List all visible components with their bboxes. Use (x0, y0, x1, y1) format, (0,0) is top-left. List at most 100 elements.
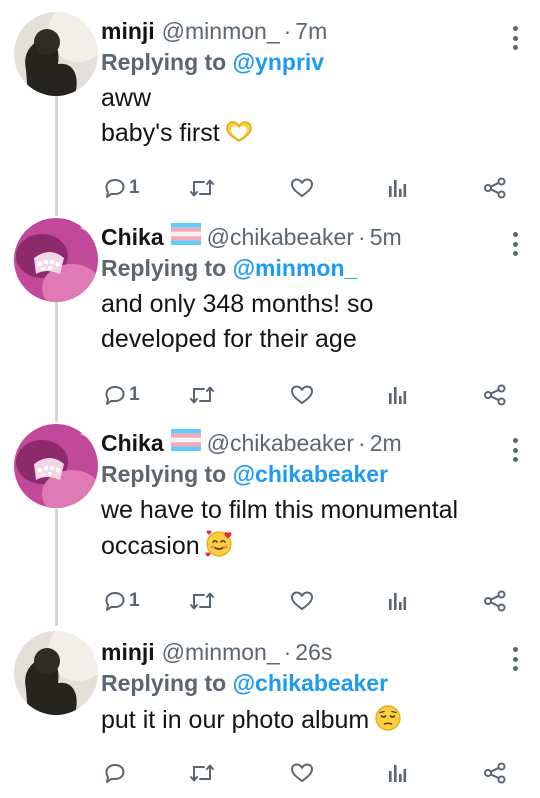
share-button[interactable] (483, 586, 507, 616)
user-handle[interactable]: @minmon_ (162, 639, 280, 666)
like-icon (291, 591, 313, 610)
analytics-button[interactable] (387, 380, 407, 410)
like-button[interactable] (290, 758, 314, 788)
display-name[interactable]: Chika (101, 224, 164, 251)
retweet-button[interactable] (189, 586, 215, 616)
more-vertical-icon[interactable] (512, 438, 518, 462)
tweet-header: minji @minmon_ · 7m (101, 16, 520, 46)
replying-to-label: Replying to (101, 670, 233, 696)
timestamp[interactable]: 7m (295, 18, 327, 45)
timestamp[interactable]: 5m (370, 224, 402, 251)
more-vertical-icon[interactable] (512, 232, 518, 256)
tweet-text: and only 348 months! so developed for th… (101, 287, 520, 357)
tweet-text-line: developed for their age (101, 325, 357, 353)
retweet-icon (190, 592, 214, 610)
tweet-header: minji @minmon_ · 26s (101, 637, 520, 667)
tweet-actions: 1 (100, 173, 520, 203)
reply-icon (105, 764, 125, 783)
retweet-icon (190, 764, 214, 782)
tweet-header: Chika @chikabeaker · 5m (101, 222, 520, 252)
avatar[interactable] (14, 12, 98, 96)
replying-to-label: Replying to (101, 461, 233, 487)
timestamp[interactable]: 2m (370, 430, 402, 457)
share-icon (484, 177, 506, 199)
tweet-text-line: occasion (101, 532, 200, 560)
tweet-actions: 1 (100, 586, 520, 616)
analytics-icon (389, 765, 407, 782)
separator: · (283, 638, 292, 665)
avatar[interactable] (14, 218, 98, 302)
tweet-text-line: we have to film this monumental (101, 496, 459, 524)
retweet-button[interactable] (189, 380, 215, 410)
tweet-text: put it in our photo album (101, 702, 520, 742)
analytics-button[interactable] (387, 586, 407, 616)
replying-to-label: Replying to (101, 255, 233, 281)
like-button[interactable] (290, 173, 314, 203)
analytics-icon (389, 593, 407, 610)
like-button[interactable] (290, 586, 314, 616)
trans-flag-emoji (170, 429, 201, 457)
replying-to-label: Replying to (101, 49, 233, 75)
tweet[interactable]: minji @minmon_ · 26s Replying to @chikab… (0, 619, 540, 798)
display-name[interactable]: minji (101, 18, 155, 45)
more-vertical-icon[interactable] (512, 647, 518, 671)
mention-link[interactable]: @ynpriv (233, 49, 324, 75)
analytics-button[interactable] (387, 758, 407, 788)
analytics-icon (389, 387, 407, 404)
tweet-text-line: put it in our photo album (101, 706, 370, 734)
reply-button[interactable]: 1 (104, 380, 140, 410)
replying-to: Replying to @chikabeaker (101, 667, 520, 699)
display-name[interactable]: Chika (101, 430, 164, 457)
reply-count: 1 (129, 177, 140, 198)
share-icon (484, 384, 506, 406)
retweet-button[interactable] (189, 173, 215, 203)
tweet-text: aww baby's first (101, 81, 520, 155)
reply-icon (105, 179, 125, 198)
separator: · (358, 223, 366, 250)
timestamp[interactable]: 26s (295, 639, 332, 666)
reply-count: 1 (129, 590, 140, 611)
like-icon (291, 385, 313, 404)
tweet-actions: 1 (100, 380, 520, 410)
replying-to: Replying to @ynpriv (101, 46, 520, 78)
reply-count: 1 (129, 384, 140, 405)
retweet-button[interactable] (189, 758, 215, 788)
share-button[interactable] (483, 758, 507, 788)
more-vertical-icon[interactable] (512, 26, 518, 50)
avatar[interactable] (14, 424, 98, 508)
avatar[interactable] (14, 631, 98, 715)
reply-button[interactable]: 1 (104, 173, 140, 203)
share-icon (484, 762, 506, 784)
tweet-text-line: baby's first (101, 119, 220, 147)
user-handle[interactable]: @minmon_ (162, 18, 280, 45)
replying-to: Replying to @chikabeaker (101, 458, 520, 490)
tweet[interactable]: Chika @chikabeaker · 2m Replying to @chi… (0, 412, 540, 619)
reply-icon (105, 386, 125, 405)
like-icon (291, 763, 313, 782)
mention-link[interactable]: @chikabeaker (233, 670, 388, 696)
share-button[interactable] (483, 380, 507, 410)
tweet-text: we have to film this monumental occasion (101, 493, 520, 568)
mention-link[interactable]: @chikabeaker (233, 461, 388, 487)
separator: · (283, 17, 292, 44)
tweet[interactable]: minji @minmon_ · 7m Replying to @ynpriv … (0, 0, 540, 205)
reply-button[interactable] (104, 758, 129, 788)
like-icon (291, 178, 313, 197)
share-button[interactable] (483, 173, 507, 203)
analytics-icon (389, 180, 407, 197)
mention-link[interactable]: @minmon_ (233, 255, 358, 281)
tweet-text-line: aww (101, 84, 152, 112)
heart-hands-emoji (224, 119, 254, 155)
retweet-icon (190, 179, 214, 197)
replying-to: Replying to @minmon_ (101, 252, 520, 284)
reply-button[interactable]: 1 (104, 586, 140, 616)
tweet-actions (100, 758, 520, 788)
tweet-text-line: and only 348 months! so (101, 290, 374, 318)
display-name[interactable]: minji (101, 639, 155, 666)
user-handle[interactable]: @chikabeaker (207, 224, 354, 251)
user-handle[interactable]: @chikabeaker (207, 430, 354, 457)
retweet-icon (190, 386, 214, 404)
tweet[interactable]: Chika @chikabeaker · 5m Replying to @min… (0, 206, 540, 412)
analytics-button[interactable] (387, 173, 407, 203)
like-button[interactable] (290, 380, 314, 410)
